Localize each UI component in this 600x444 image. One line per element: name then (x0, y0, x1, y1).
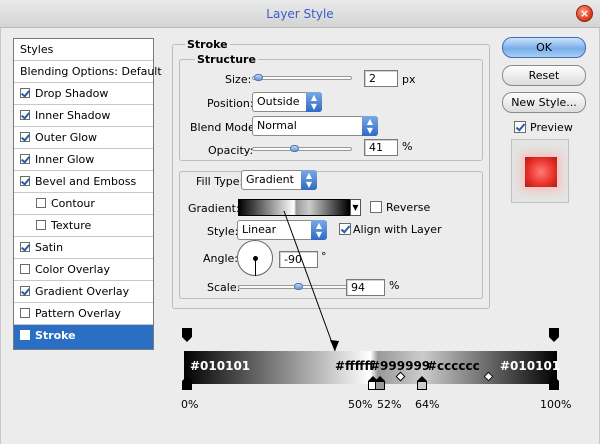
stop-pointer (182, 337, 192, 342)
stop-location-100: 100% (540, 398, 572, 411)
dialog-body: Styles Blending Options: Default Drop Sh… (0, 28, 600, 444)
stop-location-52: 52% (377, 398, 402, 411)
opacity-stop-left[interactable] (182, 328, 193, 343)
window-title: Layer Style (266, 7, 334, 21)
color-stop-64[interactable] (417, 376, 428, 391)
stop-label-100: #010101 (500, 359, 561, 373)
color-stop-0[interactable] (182, 376, 193, 391)
stop-box (375, 381, 385, 390)
stop-pointer (549, 337, 559, 342)
title-bar: Layer Style × (0, 0, 600, 28)
color-stop-52[interactable] (375, 376, 386, 391)
stop-box (182, 381, 192, 390)
stop-box (182, 328, 192, 337)
close-icon[interactable]: × (576, 5, 593, 22)
stop-location-64: 64% (415, 398, 440, 411)
stop-label-50: #ffffff (335, 359, 375, 373)
stop-label-0: #010101 (190, 359, 251, 373)
stop-box (549, 328, 559, 337)
opacity-stop-right[interactable] (549, 328, 560, 343)
stop-box (417, 381, 427, 390)
stop-label-64: #cccccc (427, 359, 480, 373)
color-stop-100[interactable] (549, 376, 560, 391)
stop-location-0: 0% (181, 398, 199, 411)
stop-location-50: 50% (348, 398, 373, 411)
stop-box (549, 381, 559, 390)
